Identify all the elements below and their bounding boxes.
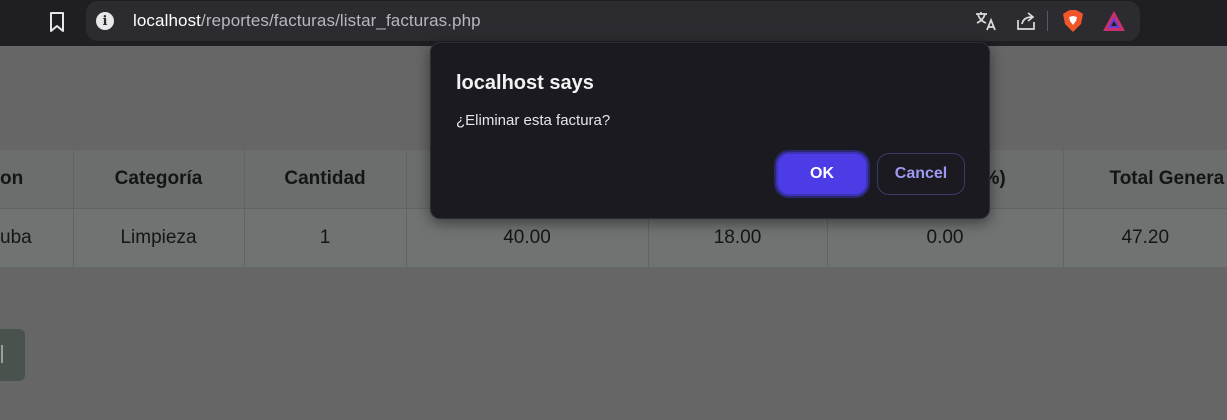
url-text[interactable]: localhost/reportes/facturas/listar_factu…: [133, 11, 481, 31]
header-cell: on: [0, 150, 74, 209]
button-glyph: [1, 345, 3, 363]
translate-icon[interactable]: [974, 10, 998, 32]
address-bar[interactable]: i localhost/reportes/facturas/listar_fac…: [86, 1, 1140, 41]
ok-button[interactable]: OK: [776, 152, 868, 196]
browser-toolbar: i localhost/reportes/facturas/listar_fac…: [0, 0, 1227, 46]
table-cell: Limpieza: [73, 208, 245, 267]
cancel-button[interactable]: Cancel: [877, 153, 965, 195]
share-icon[interactable]: [1015, 10, 1037, 32]
url-host: localhost: [133, 11, 201, 30]
site-info-icon[interactable]: i: [96, 12, 114, 30]
dialog-title: localhost says: [456, 72, 594, 94]
header-cell: Cantidad: [244, 150, 407, 209]
confirm-dialog: localhost says ¿Eliminar esta factura? O…: [430, 42, 990, 219]
brave-rewards-icon[interactable]: [1102, 10, 1126, 32]
dialog-message: ¿Eliminar esta factura?: [456, 112, 611, 129]
table-cell: uba: [0, 208, 74, 267]
toolbar-divider: [1047, 11, 1048, 31]
header-cell: Total Genera: [1063, 150, 1227, 209]
header-cell: Categoría: [73, 150, 245, 209]
brave-shields-icon[interactable]: [1062, 9, 1084, 33]
bookmark-icon[interactable]: [44, 9, 70, 35]
side-action-button[interactable]: [0, 329, 25, 381]
url-path: /reportes/facturas/listar_facturas.php: [201, 11, 481, 30]
table-cell: 1: [244, 208, 407, 267]
table-cell: 47.20: [1063, 208, 1227, 267]
